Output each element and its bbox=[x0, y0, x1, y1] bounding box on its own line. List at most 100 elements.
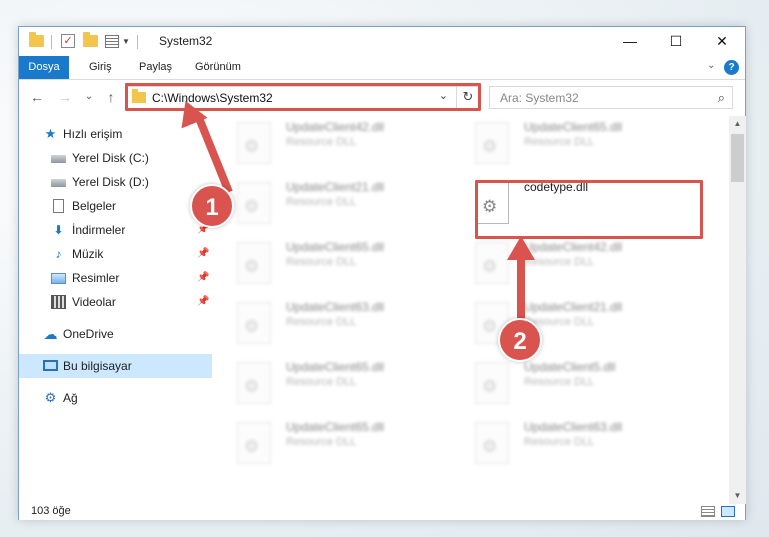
file-name: UpdateClient5.dll bbox=[524, 360, 616, 374]
dll-file-icon bbox=[237, 242, 271, 284]
file-tile[interactable]: UpdateClient65.dll Resource DLL bbox=[219, 356, 449, 412]
window-title: System32 bbox=[159, 34, 213, 48]
file-list: UpdateClient42.dll Resource DLL UpdateCl… bbox=[219, 116, 729, 504]
pin-icon[interactable]: 📌 bbox=[197, 266, 209, 290]
file-tile[interactable]: UpdateClient5.dll Resource DLL bbox=[457, 356, 687, 412]
dll-file-icon bbox=[237, 182, 271, 224]
dll-file-icon bbox=[475, 422, 509, 464]
music-icon: ♪ bbox=[55, 247, 62, 261]
sidebar-item-disk-c[interactable]: Yerel Disk (C:) bbox=[19, 146, 212, 170]
help-icon[interactable]: ? bbox=[724, 60, 739, 75]
title-bar: ✓ ▼ System32 — ☐ ✕ bbox=[19, 27, 745, 56]
details-view-icon[interactable] bbox=[701, 506, 715, 517]
cloud-icon: ☁ bbox=[43, 326, 58, 342]
scroll-down-arrow[interactable]: ▼ bbox=[729, 491, 746, 500]
pin-icon[interactable]: 📌 bbox=[197, 290, 209, 314]
file-tile[interactable]: UpdateClient63.dll Resource DLL bbox=[219, 296, 449, 352]
file-tile[interactable]: UpdateClient65.dll Resource DLL bbox=[219, 416, 449, 472]
sidebar-item-label: OneDrive bbox=[63, 327, 114, 341]
sidebar-item-disk-d[interactable]: Yerel Disk (D:) bbox=[19, 170, 212, 194]
scroll-up-arrow[interactable]: ▲ bbox=[729, 119, 746, 128]
back-button[interactable]: ← bbox=[27, 89, 47, 105]
file-type: Resource DLL bbox=[286, 316, 357, 328]
search-box[interactable]: Ara: System32 ⌕ bbox=[489, 86, 733, 109]
sidebar-item-label: Yerel Disk (D:) bbox=[72, 175, 149, 189]
navigation-pane: ★ Hızlı erişim Yerel Disk (C:) Yerel Dis… bbox=[19, 116, 212, 504]
computer-icon bbox=[43, 360, 58, 371]
file-name: UpdateClient65.dll bbox=[524, 120, 623, 134]
file-name: UpdateClient42.dll bbox=[286, 120, 385, 134]
quick-access-separator bbox=[51, 35, 52, 49]
sidebar-item-onedrive[interactable]: ☁ OneDrive bbox=[19, 322, 212, 346]
file-tile[interactable]: UpdateClient42.dll Resource DLL bbox=[457, 236, 687, 292]
sidebar-item-label: İndirmeler bbox=[72, 223, 126, 237]
chevron-down-icon[interactable]: ▼ bbox=[122, 37, 130, 53]
minimize-button[interactable]: — bbox=[607, 27, 653, 56]
file-tile[interactable]: UpdateClient63.dll Resource DLL bbox=[457, 416, 687, 472]
properties-check-icon[interactable]: ✓ bbox=[61, 34, 75, 48]
customize-toolbar-icon[interactable] bbox=[105, 35, 119, 48]
navigation-bar: ← → ⌄ ↑ C:\Windows\System32 ⌄ ↻ Ara: Sys… bbox=[19, 80, 745, 116]
tab-view[interactable]: Görünüm bbox=[185, 56, 251, 79]
file-tile[interactable]: UpdateClient65.dll Resource DLL bbox=[219, 236, 449, 292]
ribbon: Dosya Giriş Paylaş Görünüm ⌄ ? bbox=[19, 56, 745, 80]
sidebar-item-label: Belgeler bbox=[72, 199, 117, 213]
close-button[interactable]: ✕ bbox=[699, 27, 745, 56]
sidebar-item-label: Bu bilgisayar bbox=[63, 359, 132, 373]
file-type: Resource DLL bbox=[524, 376, 595, 388]
tiles-view-icon[interactable] bbox=[721, 506, 735, 517]
maximize-button[interactable]: ☐ bbox=[653, 27, 699, 56]
file-type: Resource DLL bbox=[286, 376, 357, 388]
file-highlight-box bbox=[475, 180, 703, 239]
vertical-scrollbar[interactable]: ▲ ▼ bbox=[729, 116, 746, 504]
file-tile[interactable]: UpdateClient42.dll Resource DLL bbox=[219, 116, 449, 172]
file-tile[interactable]: UpdateClient65.dll Resource DLL bbox=[457, 116, 687, 172]
sidebar-item-label: Videolar bbox=[72, 295, 116, 309]
pictures-icon bbox=[51, 273, 66, 284]
file-name: UpdateClient65.dll bbox=[286, 240, 385, 254]
disk-icon bbox=[51, 155, 66, 163]
sidebar-item-this-pc[interactable]: Bu bilgisayar bbox=[19, 354, 212, 378]
search-icon[interactable]: ⌕ bbox=[718, 90, 725, 106]
sidebar-item-pictures[interactable]: Resimler 📌 bbox=[19, 266, 212, 290]
file-name: UpdateClient65.dll bbox=[286, 420, 385, 434]
dll-file-icon bbox=[475, 242, 509, 284]
sidebar-item-label: Yerel Disk (C:) bbox=[72, 151, 149, 165]
dll-file-icon bbox=[237, 422, 271, 464]
dll-file-icon bbox=[475, 362, 509, 404]
tab-share[interactable]: Paylaş bbox=[129, 56, 182, 79]
sidebar-item-network[interactable]: ⚙ Ağ bbox=[19, 386, 212, 410]
file-type: Resource DLL bbox=[524, 136, 595, 148]
sidebar-item-videos[interactable]: Videolar 📌 bbox=[19, 290, 212, 314]
download-icon: ⬇ bbox=[53, 223, 64, 237]
forward-button[interactable]: → bbox=[55, 89, 75, 105]
scroll-thumb[interactable] bbox=[731, 134, 744, 182]
file-name: UpdateClient21.dll bbox=[286, 180, 385, 194]
up-button[interactable]: ↑ bbox=[101, 89, 121, 105]
annotation-arrow-2 bbox=[517, 256, 525, 320]
file-tile[interactable]: UpdateClient21.dll Resource DLL bbox=[219, 176, 449, 232]
videos-icon bbox=[51, 295, 66, 309]
recent-locations-button[interactable]: ⌄ bbox=[79, 91, 99, 102]
annotation-badge-1: 1 bbox=[190, 184, 234, 228]
file-name: UpdateClient42.dll bbox=[524, 240, 623, 254]
file-type: Resource DLL bbox=[286, 436, 357, 448]
tab-file[interactable]: Dosya bbox=[19, 56, 69, 79]
new-folder-icon[interactable] bbox=[83, 32, 98, 47]
sidebar-item-documents[interactable]: Belgeler bbox=[19, 194, 212, 218]
sidebar-item-downloads[interactable]: ⬇ İndirmeler 📌 bbox=[19, 218, 212, 242]
dll-file-icon bbox=[237, 122, 271, 164]
pin-icon[interactable]: 📌 bbox=[197, 242, 209, 266]
annotation-arrowhead-2 bbox=[507, 236, 535, 260]
ribbon-collapse-button[interactable]: ⌄ bbox=[707, 60, 715, 71]
file-name: UpdateClient63.dll bbox=[286, 300, 385, 314]
file-name: UpdateClient21.dll bbox=[524, 300, 623, 314]
tab-home[interactable]: Giriş bbox=[79, 56, 122, 79]
item-count: 103 öğe bbox=[31, 505, 71, 517]
folder-icon bbox=[29, 32, 44, 47]
file-tile[interactable]: UpdateClient21.dll Resource DLL bbox=[457, 296, 687, 352]
sidebar-item-music[interactable]: ♪ Müzik 📌 bbox=[19, 242, 212, 266]
annotation-badge-2: 2 bbox=[498, 318, 542, 362]
network-icon: ⚙ bbox=[44, 390, 57, 405]
dll-file-icon bbox=[237, 362, 271, 404]
